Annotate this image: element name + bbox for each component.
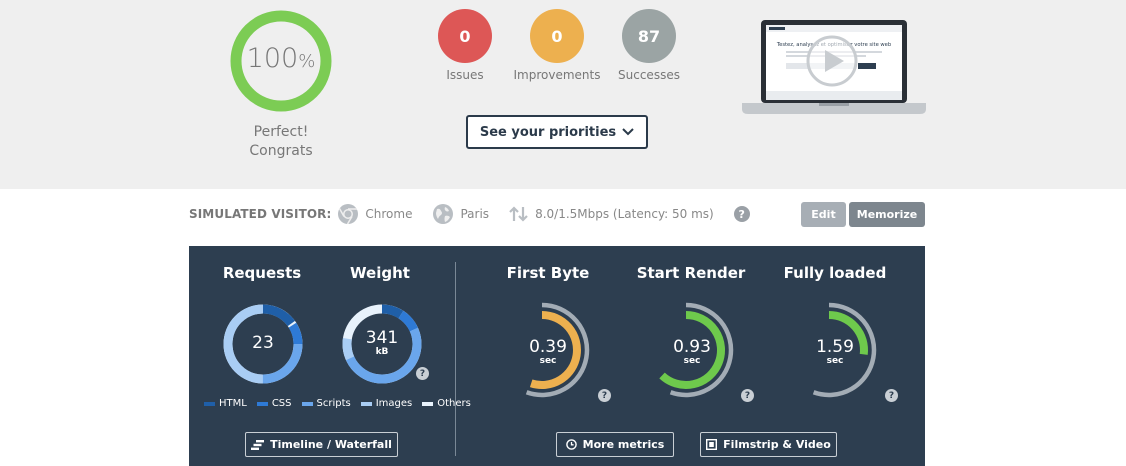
score-message: Perfect! Congrats (231, 123, 331, 161)
clock-icon (565, 439, 577, 450)
start-render-title: Start Render (636, 264, 746, 282)
video-preview[interactable]: Testez, analysez et optimisez votre site… (742, 19, 926, 115)
improvements-counter[interactable]: 0 (530, 9, 584, 63)
simulated-visitor: SIMULATED VISITOR: Chrome Paris 8.0/1.5M… (189, 202, 750, 226)
legend-images: Images (360, 398, 412, 409)
legend-css: CSS (256, 398, 292, 409)
filmstrip-video-label: Filmstrip & Video (723, 438, 831, 451)
legend-scripts: Scripts (301, 398, 351, 409)
timeline-waterfall-label: Timeline / Waterfall (270, 438, 392, 451)
waterfall-icon (251, 439, 265, 450)
visitor-help-icon[interactable]: ? (733, 206, 750, 222)
first-byte-title: First Byte (506, 264, 590, 282)
legend-others: Others (422, 398, 471, 409)
requests-title: Requests (222, 264, 302, 282)
improvements-label: Improvements (513, 68, 601, 82)
globe-icon (433, 204, 454, 224)
issues-counter[interactable]: 0 (438, 9, 492, 63)
more-metrics-label: More metrics (582, 438, 665, 451)
content-type-legend: HTML CSS Scripts Images Others (204, 398, 471, 409)
chevron-down-icon (622, 128, 634, 136)
fully-loaded-title: Fully loaded (783, 264, 887, 282)
memorize-button[interactable]: Memorize (849, 202, 925, 227)
start-render-value: 0.93 sec (673, 337, 711, 366)
fully-loaded-value: 1.59 sec (816, 337, 854, 366)
film-icon (706, 439, 718, 450)
weight-value: 341 kB (365, 328, 399, 357)
browser-name: Chrome (365, 207, 413, 221)
edit-button[interactable]: Edit (801, 202, 846, 227)
up-down-arrows-icon (509, 206, 528, 222)
weight-title: Weight (350, 264, 410, 282)
score-message-line1: Perfect! (253, 124, 309, 140)
more-metrics-button[interactable]: More metrics (556, 432, 674, 457)
issues-label: Issues (446, 68, 484, 82)
start-render-help-icon[interactable]: ? (741, 389, 754, 402)
panel-divider (455, 262, 456, 456)
see-priorities-button[interactable]: See your priorities (466, 115, 648, 149)
first-byte-value: 0.39 sec (529, 337, 567, 366)
chrome-icon (338, 204, 359, 225)
simulated-visitor-label: SIMULATED VISITOR: (189, 207, 332, 221)
connection-speed: 8.0/1.5Mbps (Latency: 50 ms) (535, 207, 714, 221)
successes-counter[interactable]: 87 (622, 9, 676, 63)
score-value: 100% (246, 43, 316, 74)
see-priorities-label: See your priorities (479, 124, 617, 140)
requests-value: 23 (252, 333, 274, 353)
legend-html: HTML (204, 398, 247, 409)
timeline-waterfall-button[interactable]: Timeline / Waterfall (245, 432, 398, 457)
score-message-line2: Congrats (249, 143, 313, 159)
weight-help-icon[interactable]: ? (416, 367, 429, 380)
successes-label: Successes (618, 68, 680, 82)
first-byte-help-icon[interactable]: ? (598, 389, 611, 402)
location-name: Paris (460, 207, 490, 221)
fully-loaded-help-icon[interactable]: ? (885, 389, 898, 402)
filmstrip-video-button[interactable]: Filmstrip & Video (700, 432, 837, 457)
metrics-panel: Requests Weight 23 341 kB ? HTML CSS Scri… (189, 246, 925, 466)
